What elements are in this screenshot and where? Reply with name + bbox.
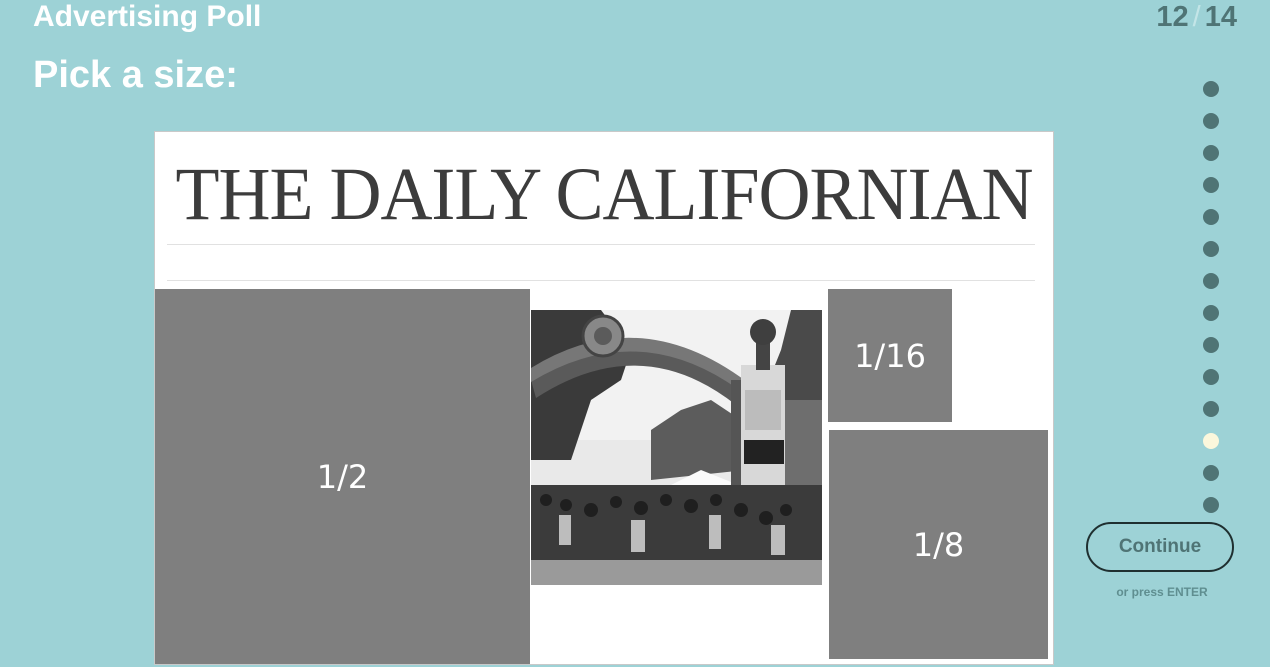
nav-dot-14[interactable]	[1203, 497, 1219, 513]
newspaper-preview: THE DAILY CALIFORNIAN 1/2 1/16 1/8	[154, 131, 1054, 665]
nav-dot-6[interactable]	[1203, 241, 1219, 257]
continue-button[interactable]: Continue	[1086, 522, 1234, 572]
progress-current: 12	[1156, 1, 1189, 33]
nav-dot-8[interactable]	[1203, 305, 1219, 321]
nav-dot-2[interactable]	[1203, 113, 1219, 129]
nav-dot-10[interactable]	[1203, 369, 1219, 385]
ad-size-half-label: 1/2	[316, 458, 369, 496]
ad-size-eighth-option[interactable]: 1/8	[829, 430, 1048, 659]
nav-dot-11[interactable]	[1203, 401, 1219, 417]
nav-dot-5[interactable]	[1203, 209, 1219, 225]
progress-counter: 12/14	[1156, 0, 1237, 36]
nav-dot-4[interactable]	[1203, 177, 1219, 193]
nav-dot-13[interactable]	[1203, 465, 1219, 481]
enter-key-hint: or press ENTER	[1116, 585, 1208, 599]
ad-size-sixteenth-label: 1/16	[854, 336, 926, 375]
progress-total: 14	[1204, 1, 1237, 33]
nav-dot-7[interactable]	[1203, 273, 1219, 289]
nav-dot-1[interactable]	[1203, 81, 1219, 97]
poll-title: Advertising Poll	[33, 0, 262, 33]
nav-dot-3[interactable]	[1203, 145, 1219, 161]
ad-size-eighth-label: 1/8	[912, 525, 965, 564]
nav-dot-12[interactable]	[1203, 433, 1219, 449]
progress-separator: /	[1192, 1, 1201, 33]
question-title: Pick a size:	[33, 54, 238, 96]
masthead-divider	[167, 244, 1035, 245]
ad-size-sixteenth-option[interactable]: 1/16	[828, 289, 952, 422]
campus-gate-crowd-photo	[531, 310, 822, 585]
ad-size-half-option[interactable]: 1/2	[155, 289, 530, 664]
nav-dot-9[interactable]	[1203, 337, 1219, 353]
newspaper-masthead: THE DAILY CALIFORNIAN	[175, 152, 1033, 236]
section-divider	[167, 280, 1035, 281]
